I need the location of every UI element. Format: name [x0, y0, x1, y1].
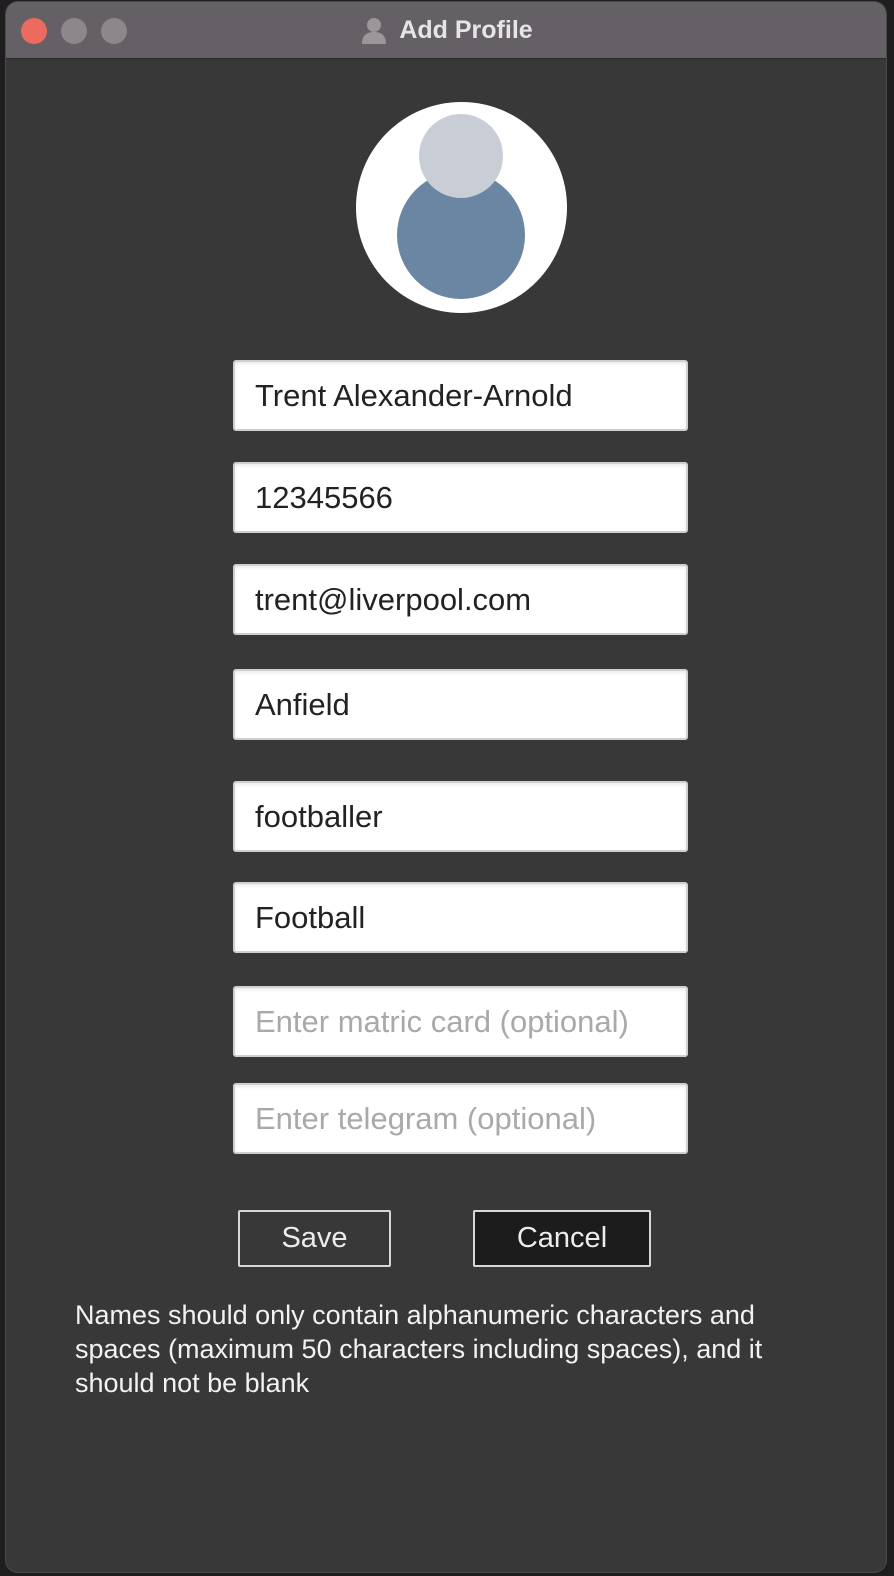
- save-button[interactable]: Save: [238, 1210, 391, 1267]
- validation-message: Names should only contain alphanumeric c…: [75, 1300, 763, 1398]
- window-title: Add Profile: [6, 2, 886, 58]
- cca-input[interactable]: [233, 882, 688, 953]
- phone-input[interactable]: [233, 462, 688, 533]
- add-profile-window: Add Profile Save Cancel Names should onl…: [6, 2, 886, 1572]
- name-input[interactable]: [233, 360, 688, 431]
- address-input[interactable]: [233, 669, 688, 740]
- telegram-input[interactable]: [233, 1083, 688, 1154]
- default-avatar-icon: [397, 114, 525, 299]
- person-icon: [362, 18, 387, 44]
- profile-avatar: [356, 102, 567, 313]
- role-input[interactable]: [233, 781, 688, 852]
- matric-card-input[interactable]: [233, 986, 688, 1057]
- email-input[interactable]: [233, 564, 688, 635]
- title-bar[interactable]: Add Profile: [6, 2, 886, 59]
- window-title-text: Add Profile: [399, 15, 533, 44]
- cancel-button[interactable]: Cancel: [473, 1210, 651, 1267]
